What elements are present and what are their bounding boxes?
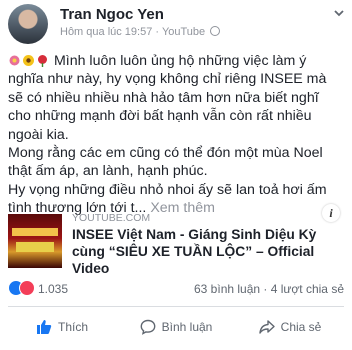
comment-label: Bình luận xyxy=(161,320,213,334)
post-time[interactable]: Hôm qua lúc 19:57 xyxy=(60,26,152,38)
flower-icon xyxy=(9,55,20,66)
post-text-line-1: Mình luôn luôn ủng hộ những việc làm ý n… xyxy=(8,53,327,143)
post-body: Mình luôn luôn ủng hộ những việc làm ý n… xyxy=(8,52,344,218)
comment-icon xyxy=(140,319,156,335)
comment-button[interactable]: Bình luận xyxy=(122,310,230,344)
post-source: YouTube xyxy=(161,26,206,38)
post-stats: 1.035 63 bình luận · 4 lượt chia sẻ xyxy=(8,278,344,298)
love-reaction-icon xyxy=(19,280,35,296)
like-label: Thích xyxy=(57,320,88,334)
post-paragraph-2: Mong rằng các em cũng có thể đón một mùa… xyxy=(8,145,323,180)
video-thumbnail[interactable] xyxy=(8,214,62,268)
sunflower-icon xyxy=(23,55,34,66)
post-paragraph-1: Mình luôn luôn ủng hộ những việc làm ý n… xyxy=(8,52,344,144)
reaction-count[interactable]: 1.035 xyxy=(38,282,68,296)
thumbs-up-icon xyxy=(36,320,52,334)
share-button[interactable]: Chia sẻ xyxy=(236,310,344,344)
post-actions: Thích Bình luận Chia sẻ xyxy=(8,310,344,346)
chevron-down-icon[interactable] xyxy=(332,6,346,20)
post-header: Tran Ngoc Yen Hôm qua lúc 19:57 · YouTub… xyxy=(8,4,348,44)
author-name[interactable]: Tran Ngoc Yen xyxy=(60,6,164,23)
link-preview-card[interactable]: YOUTUBE.COM INSEE Việt Nam - Giáng Sinh … xyxy=(8,204,344,276)
rose-icon xyxy=(38,55,47,67)
comments-shares-count[interactable]: 63 bình luận · 4 lượt chia sẻ xyxy=(194,282,344,296)
share-label: Chia sẻ xyxy=(280,320,322,334)
post-meta: Hôm qua lúc 19:57 · YouTube xyxy=(60,26,221,38)
divider xyxy=(8,306,344,307)
avatar[interactable] xyxy=(8,4,48,44)
globe-icon xyxy=(210,26,221,36)
like-button[interactable]: Thích xyxy=(8,310,116,344)
info-icon[interactable]: i xyxy=(322,204,340,222)
link-title[interactable]: INSEE Việt Nam - Giáng Sinh Diệu Kỳ cùng… xyxy=(72,226,342,277)
share-icon xyxy=(258,320,275,334)
link-domain: YOUTUBE.COM xyxy=(72,212,151,224)
